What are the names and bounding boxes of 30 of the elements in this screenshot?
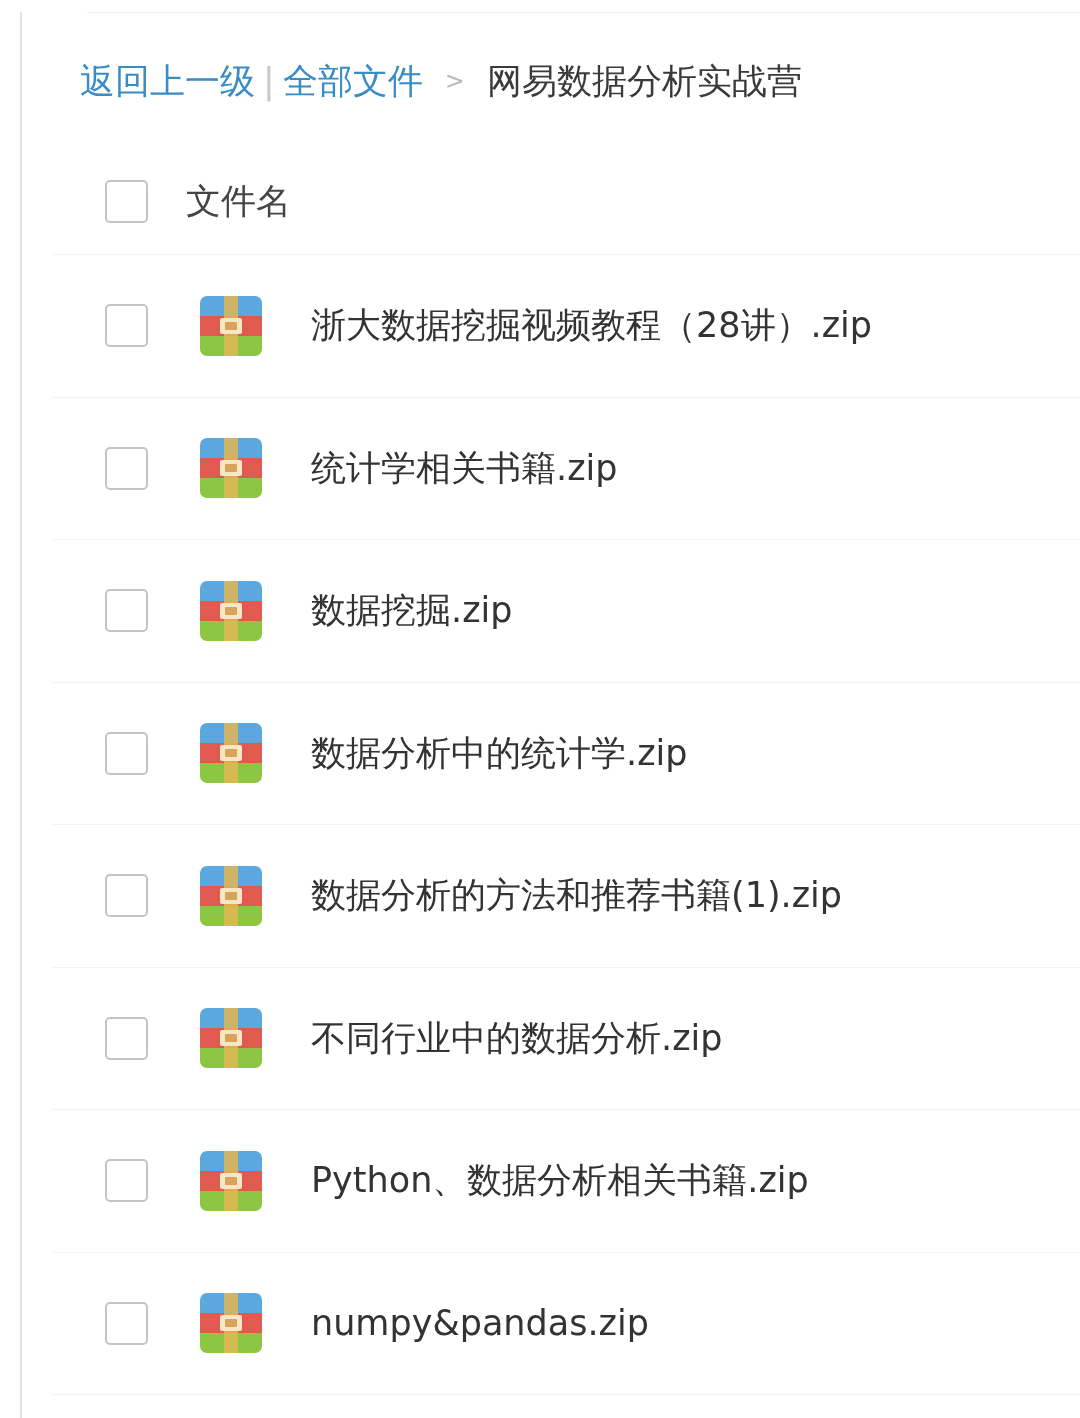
checkbox[interactable] [105,446,148,490]
checkbox[interactable] [105,180,148,223]
archive-file-icon [200,1293,262,1354]
file-name[interactable]: 浙大数据挖掘视频教程（28讲）.zip [311,308,872,344]
file-name[interactable]: Python、数据分析相关书籍.zip [311,1163,809,1199]
file-name[interactable]: 数据分析的方法和推荐书籍(1).zip [311,878,842,914]
breadcrumb-arrow: > [444,69,465,93]
archive-file-icon [200,865,262,926]
archive-file-icon [200,580,262,641]
checkbox[interactable] [105,1159,148,1203]
checkbox[interactable] [105,304,148,348]
archive-file-icon [200,438,262,499]
file-name[interactable]: 数据挖掘.zip [311,593,513,629]
archive-file-icon [200,295,262,356]
checkbox[interactable] [105,1301,148,1345]
file-name[interactable]: numpy&pandas.zip [311,1305,649,1341]
archive-file-icon [200,1008,262,1069]
checkbox[interactable] [105,874,148,918]
checkbox[interactable] [105,731,148,775]
all-files-link[interactable]: 全部文件 [282,63,423,99]
file-name[interactable]: 统计学相关书籍.zip [311,450,618,486]
file-name[interactable]: 数据分析中的统计学.zip [311,735,688,771]
checkbox[interactable] [105,1016,148,1060]
archive-file-icon [200,1150,262,1211]
current-folder: 网易数据分析实战营 [486,63,802,99]
file-name-header: 文件名 [186,184,291,219]
file-name[interactable]: 不同行业中的数据分析.zip [311,1020,723,1056]
archive-file-icon [200,723,262,784]
checkbox[interactable] [105,589,148,633]
back-link[interactable]: 返回上一级 [80,63,255,99]
